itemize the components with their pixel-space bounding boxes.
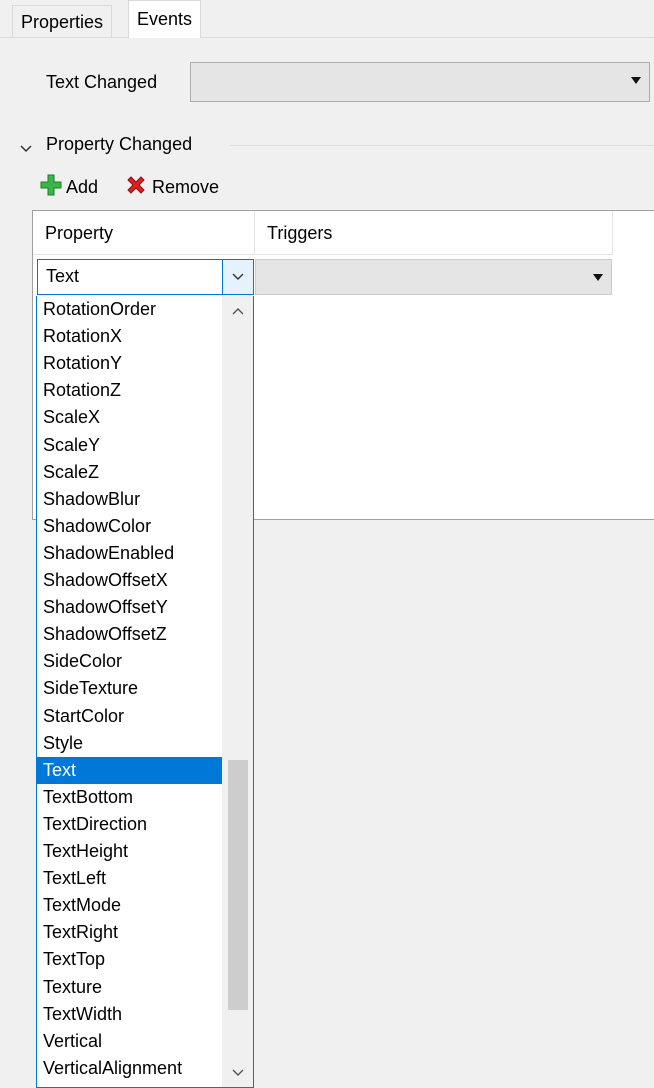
green-plus-icon	[40, 174, 62, 201]
column-header-triggers[interactable]: Triggers	[255, 211, 613, 255]
dropdown-item[interactable]: TextMode	[37, 892, 222, 919]
chevron-down-icon[interactable]	[222, 259, 254, 295]
dropdown-item[interactable]: TextDirection	[37, 811, 222, 838]
dropdown-item[interactable]: TextTop	[37, 946, 222, 973]
dropdown-item[interactable]: VerticalAlignment	[37, 1055, 222, 1082]
dropdown-item[interactable]: RotationZ	[37, 377, 222, 404]
dropdown-arrow-icon	[631, 77, 641, 84]
dropdown-item[interactable]: TextRight	[37, 919, 222, 946]
text-changed-combo[interactable]	[190, 62, 650, 102]
scroll-thumb[interactable]	[228, 759, 248, 1010]
dropdown-item[interactable]: StartColor	[37, 703, 222, 730]
dropdown-item[interactable]: TextHeight	[37, 838, 222, 865]
tab-strip: Properties Events	[0, 0, 654, 38]
dropdown-item[interactable]: TextWidth	[37, 1001, 222, 1028]
dropdown-item[interactable]: ScaleX	[37, 404, 222, 431]
dropdown-item[interactable]: RotationOrder	[37, 296, 222, 323]
dropdown-item[interactable]: TextBottom	[37, 784, 222, 811]
dropdown-item[interactable]: RotationY	[37, 350, 222, 377]
dropdown-item[interactable]: ScaleZ	[37, 459, 222, 486]
dropdown-scrollbar[interactable]	[222, 296, 253, 1087]
dropdown-item[interactable]: Vertical	[37, 1028, 222, 1055]
tab-events[interactable]: Events	[128, 0, 202, 38]
chevron-down-icon[interactable]	[20, 138, 32, 159]
dropdown-item[interactable]: Style	[37, 730, 222, 757]
column-header-property[interactable]: Property	[33, 211, 255, 255]
dropdown-item[interactable]: SideColor	[37, 648, 222, 675]
dropdown-item[interactable]: ShadowColor	[37, 513, 222, 540]
dropdown-item[interactable]: ShadowBlur	[37, 486, 222, 513]
dropdown-item[interactable]: ShadowOffsetY	[37, 594, 222, 621]
scroll-up-icon[interactable]	[222, 296, 253, 326]
dropdown-item[interactable]: ScaleY	[37, 432, 222, 459]
dropdown-item[interactable]: Width	[37, 1082, 222, 1087]
remove-button-label: Remove	[152, 176, 220, 197]
dropdown-item[interactable]: Texture	[37, 974, 222, 1001]
remove-button[interactable]: Remove	[124, 174, 219, 200]
scroll-down-icon[interactable]	[222, 1058, 253, 1087]
dropdown-item[interactable]: RotationX	[37, 323, 222, 350]
property-changed-title: Property Changed	[46, 134, 193, 154]
group-divider	[230, 145, 654, 146]
red-x-icon	[124, 173, 148, 202]
tab-properties[interactable]: Properties	[12, 5, 113, 37]
add-button-label: Add	[66, 176, 99, 197]
dropdown-item[interactable]: TextLeft	[37, 865, 222, 892]
text-changed-label: Text Changed	[46, 72, 158, 92]
dropdown-arrow-icon	[593, 274, 603, 281]
property-combo-value: Text	[46, 266, 80, 286]
dropdown-item[interactable]: ShadowOffsetX	[37, 567, 222, 594]
dropdown-item[interactable]: ShadowOffsetZ	[37, 621, 222, 648]
dropdown-item[interactable]: SideTexture	[37, 675, 222, 702]
dropdown-item[interactable]: Text	[37, 756, 222, 784]
add-button[interactable]: Add	[40, 174, 98, 200]
property-dropdown-list[interactable]: RotationOrder RotationX RotationY RotationZ…	[36, 296, 254, 1088]
triggers-combo[interactable]	[255, 259, 612, 295]
dropdown-item[interactable]: ShadowEnabled	[37, 540, 222, 567]
property-combo[interactable]: Text	[37, 259, 254, 295]
